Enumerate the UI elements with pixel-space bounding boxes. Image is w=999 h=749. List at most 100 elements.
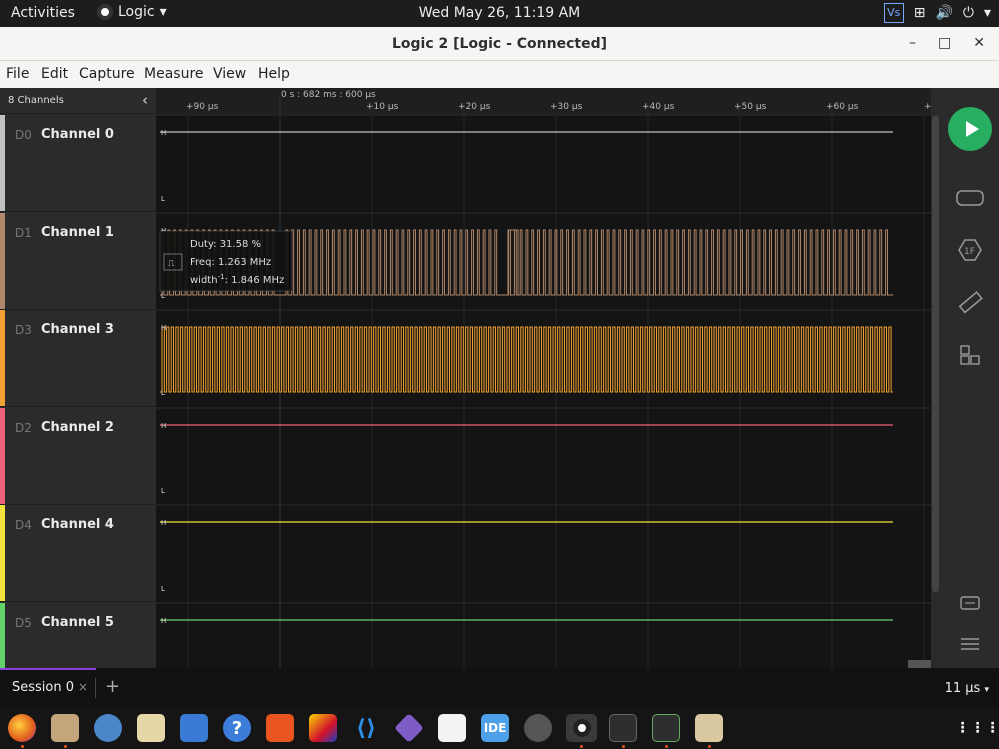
device-settings-icon[interactable]	[956, 188, 984, 212]
channel-row[interactable]: D1 Channel 1	[0, 213, 156, 310]
terminal-2-icon[interactable]	[652, 714, 680, 742]
waveform-view[interactable]: 0 s : 682 ms : 600 µs +90 µs +10 µs +20 µs…	[156, 88, 931, 668]
close-session-icon[interactable]: ×	[78, 680, 88, 694]
window-title: Logic 2 [Logic - Connected]	[392, 36, 607, 52]
channel-name[interactable]: Channel 1	[41, 225, 114, 240]
help-icon[interactable]: ?	[223, 714, 251, 742]
vscode-icon[interactable]: ⟨⟩	[352, 714, 380, 742]
tooltip-width: width-1: 1.846 MHz	[190, 273, 284, 286]
vscode-tray-icon[interactable]: Vs	[883, 3, 904, 23]
menu-file[interactable]: File	[6, 66, 29, 82]
thunderbird-icon[interactable]	[94, 714, 122, 742]
channel-name[interactable]: Channel 3	[41, 322, 114, 337]
start-capture-button[interactable]	[948, 107, 992, 151]
vertical-scrollbar[interactable]	[931, 88, 940, 668]
svg-text:⎍: ⎍	[168, 259, 175, 269]
high-level-marker: H	[161, 617, 166, 625]
horizontal-scroll-thumb[interactable]	[908, 660, 931, 668]
channel-id: D0	[15, 128, 32, 142]
tooltip-freq: Freq: 1.263 MHz	[190, 257, 271, 268]
channel-color-bar	[0, 310, 5, 406]
maximize-button[interactable]: □	[938, 35, 951, 51]
extensions-icon[interactable]	[956, 344, 984, 368]
menu-edit[interactable]: Edit	[41, 66, 68, 82]
channel-row[interactable]: D5 Channel 5	[0, 603, 156, 668]
channel-name[interactable]: Channel 0	[41, 127, 114, 142]
feedback-icon[interactable]	[956, 594, 984, 618]
menu-help[interactable]: Help	[258, 66, 290, 82]
low-level-marker: L	[161, 389, 165, 397]
system-top-bar: Activities Logic ▾ Wed May 26, 11:19 AM …	[0, 0, 999, 27]
image-viewer-icon[interactable]	[695, 714, 723, 742]
power-icon: ⏻	[962, 5, 974, 21]
minimize-button[interactable]: –	[909, 35, 916, 51]
volume-icon: 🔊	[935, 5, 953, 21]
high-level-marker: H	[161, 422, 166, 430]
timeline-tick-label: +50 µs	[734, 102, 767, 112]
menu-view[interactable]: View	[213, 66, 246, 82]
zoom-level[interactable]: 11 µs ▾	[945, 681, 989, 696]
active-tab-indicator	[0, 668, 96, 670]
high-level-marker: H	[161, 519, 166, 527]
tooltip-duty: Duty: 31.58 %	[190, 239, 261, 250]
diamond-app-icon[interactable]	[394, 713, 424, 743]
channel-id: D5	[15, 616, 32, 630]
channel-color-bar	[0, 603, 5, 668]
channel-row[interactable]: D4 Channel 4	[0, 505, 156, 602]
channel-sidebar: 8 Channels ‹ D0 Channel 0 D1 Channel 1 D…	[0, 88, 156, 668]
window-titlebar[interactable]: Logic 2 [Logic - Connected] – □ ✕	[0, 27, 999, 61]
timeline-tick-label: +40 µs	[642, 102, 675, 112]
channel-name[interactable]: Channel 2	[41, 420, 114, 435]
show-apps-grid-icon[interactable]: ⋮⋮⋮	[956, 714, 999, 742]
menu-bar: File Edit Capture Measure View Help	[0, 61, 999, 88]
close-button[interactable]: ✕	[973, 35, 985, 51]
channel-name[interactable]: Channel 5	[41, 615, 114, 630]
terminal-icon[interactable]	[609, 714, 637, 742]
timeline-tick-label: +30 µs	[550, 102, 583, 112]
logic-dock-icon[interactable]	[566, 714, 597, 742]
right-toolbar: 1F	[940, 88, 999, 668]
measurement-tooltip: ⎍ Duty: 31.58 % Freq: 1.263 MHz width-1:…	[159, 230, 293, 292]
scroll-thumb[interactable]	[932, 116, 939, 592]
low-level-marker: L	[161, 292, 165, 300]
high-level-marker: H	[161, 129, 166, 137]
system-tray[interactable]: Vs ⊞ 🔊 ⏻ ▾	[883, 3, 991, 23]
writer-icon[interactable]	[180, 714, 208, 742]
add-session-button[interactable]: +	[105, 676, 120, 697]
menu-measure[interactable]: Measure	[144, 66, 204, 82]
network-icon: ⊞	[913, 5, 926, 21]
channel-row[interactable]: D0 Channel 0	[0, 115, 156, 212]
timeline-origin: 0 s : 682 ms : 600 µs	[281, 90, 376, 100]
menu-capture[interactable]: Capture	[79, 66, 135, 82]
channel-count: 8 Channels	[8, 95, 64, 106]
firefox-icon[interactable]	[8, 714, 36, 742]
taskbar-dock: ? ⟨⟩ IDE ⋮⋮⋮	[0, 708, 999, 749]
channel-id: D1	[15, 226, 32, 240]
channel-name[interactable]: Channel 4	[41, 517, 114, 532]
low-level-marker: L	[161, 487, 165, 495]
analyzers-icon[interactable]: 1F	[956, 238, 984, 262]
svg-text:1F: 1F	[964, 247, 975, 257]
file-manager-icon[interactable]	[51, 714, 79, 742]
hamburger-menu-icon[interactable]	[956, 634, 984, 658]
measurements-ruler-icon[interactable]	[956, 291, 984, 315]
timeline-tick-label: +60 µs	[826, 102, 859, 112]
circuit-icon[interactable]	[309, 714, 337, 742]
session-tab[interactable]: Session 0	[12, 680, 74, 695]
chevron-down-icon: ▾	[984, 685, 989, 695]
channel-color-bar	[0, 408, 5, 504]
clock[interactable]: Wed May 26, 11:19 AM	[0, 5, 999, 21]
channel-id: D2	[15, 421, 32, 435]
ide-icon[interactable]: IDE	[481, 714, 509, 742]
timeline-tick-label: +10 µs	[366, 102, 399, 112]
collapse-sidebar-icon[interactable]: ‹	[142, 91, 148, 109]
rhythmbox-icon[interactable]	[137, 714, 165, 742]
remote-app-icon[interactable]	[524, 714, 552, 742]
timeline-tick-label: +90 µs	[186, 102, 219, 112]
channel-row[interactable]: D2 Channel 2	[0, 408, 156, 505]
channel-color-bar	[0, 505, 5, 601]
channel-row[interactable]: D3 Channel 3	[0, 310, 156, 407]
tab-divider	[95, 678, 96, 698]
software-center-icon[interactable]	[266, 714, 294, 742]
acrobat-icon[interactable]	[438, 714, 466, 742]
